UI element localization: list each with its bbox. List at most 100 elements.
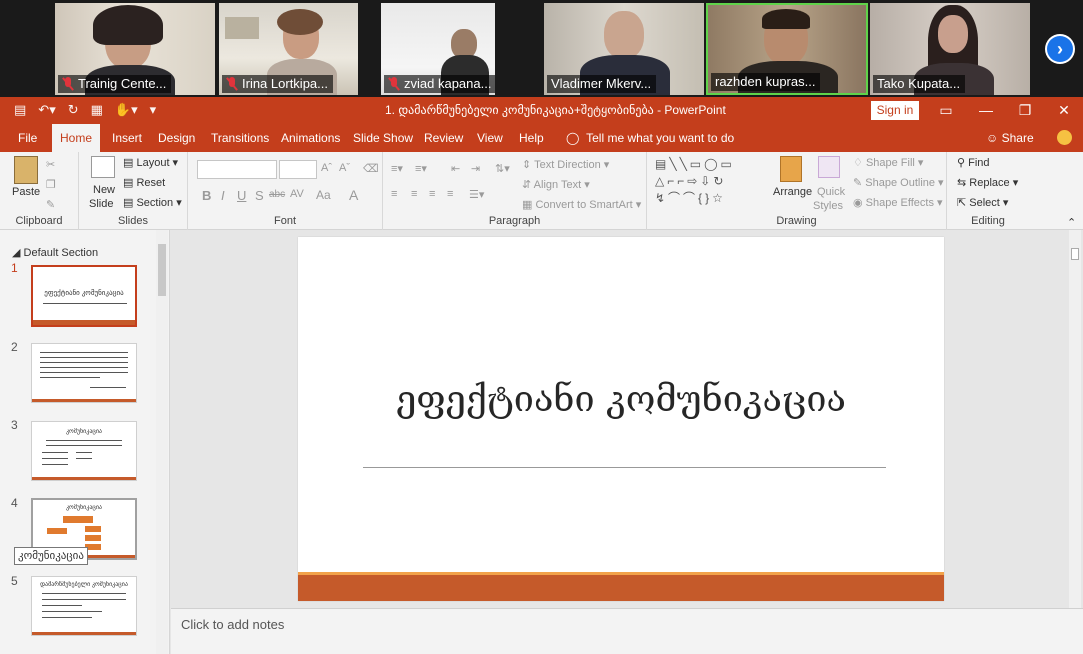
editor-scrollbar[interactable] [1069, 230, 1081, 608]
tab-slide-show[interactable]: Slide Show [353, 124, 413, 152]
cut-icon[interactable]: ✂ [46, 158, 55, 171]
feedback-smile-icon[interactable] [1057, 130, 1072, 145]
font-size-dropdown[interactable] [279, 160, 317, 179]
align-text-button[interactable]: ⇵ Align Text ▾ [522, 178, 590, 191]
tell-me-search[interactable]: ◯ Tell me what you want to do [566, 124, 734, 152]
customize-toolbar-icon[interactable]: ▾ [150, 102, 157, 118]
section-button[interactable]: ▤ Section ▾ [123, 196, 182, 209]
new-slide-label-2[interactable]: Slide [89, 198, 113, 210]
thumb-shape [85, 526, 101, 532]
editing-label: Editing [971, 215, 1005, 227]
quick-styles-label-1[interactable]: Quick [817, 186, 845, 198]
undo-icon[interactable]: ↶▾ [38, 102, 55, 118]
align-left-icon[interactable]: ≡ [391, 188, 397, 200]
tab-home[interactable]: Home [52, 124, 100, 152]
redo-icon[interactable]: ↻ [68, 102, 79, 118]
close-icon[interactable]: ✕ [1054, 100, 1074, 120]
participant-tile[interactable]: Irina Lortkipa... [219, 3, 358, 95]
tab-review[interactable]: Review [424, 124, 463, 152]
share-button[interactable]: ☺ Share [986, 124, 1034, 152]
notes-placeholder[interactable]: Click to add notes [181, 617, 284, 632]
minimize-icon[interactable]: — [976, 100, 996, 120]
next-page-button[interactable]: › [1045, 34, 1075, 64]
collapse-ribbon-icon[interactable]: ⌃ [1067, 216, 1076, 229]
paste-button[interactable]: Paste [12, 186, 40, 198]
underline-button[interactable]: U [237, 188, 246, 203]
strikethrough-button[interactable]: abc [269, 189, 285, 200]
reset-button[interactable]: ▤ Reset [123, 176, 165, 189]
new-slide-icon[interactable] [91, 156, 115, 178]
arrange-button[interactable]: Arrange [773, 186, 812, 198]
current-slide[interactable]: ეფექტიანი კომუნიკაცია [298, 237, 944, 601]
new-slide-label-1[interactable]: New [93, 184, 115, 196]
participant-tile[interactable]: Tako Kupata... [870, 3, 1030, 95]
tab-insert[interactable]: Insert [112, 124, 142, 152]
quick-styles-label-2[interactable]: Styles [813, 200, 843, 212]
convert-smartart-button[interactable]: ▦ Convert to SmartArt ▾ [522, 198, 641, 211]
scroll-thumb[interactable] [1071, 248, 1079, 260]
font-color-button[interactable]: A [349, 187, 358, 203]
thumb-text-line [42, 452, 68, 453]
align-right-icon[interactable]: ≡ [429, 188, 435, 200]
align-center-icon[interactable]: ≡ [411, 188, 417, 200]
copy-icon[interactable]: ❐ [46, 178, 56, 191]
select-button[interactable]: ⇱ Select ▾ [957, 196, 1008, 209]
text-direction-button[interactable]: ⇕ Text Direction ▾ [522, 158, 609, 171]
slide-thumbnail[interactable]: ეფექტიანი კომუნიკაცია [31, 265, 137, 327]
tab-file[interactable]: File [18, 124, 37, 152]
slide-thumbnail[interactable] [31, 343, 137, 403]
find-button[interactable]: ⚲ Find [957, 156, 990, 169]
slide-title[interactable]: ეფექტიანი კომუნიკაცია [298, 379, 944, 420]
columns-icon[interactable]: ☰▾ [469, 188, 484, 201]
decrease-font-icon[interactable]: Aˇ [339, 162, 350, 174]
tab-view[interactable]: View [477, 124, 503, 152]
participant-tile[interactable]: razhden kupras... [706, 3, 868, 95]
smartart-label: Convert to SmartArt [535, 199, 633, 211]
font-name-dropdown[interactable] [197, 160, 277, 179]
ribbon-display-icon[interactable]: ▭ [936, 100, 956, 120]
thumb-text-line [46, 440, 122, 441]
increase-font-icon[interactable]: Aˆ [321, 162, 332, 174]
tab-design[interactable]: Design [158, 124, 195, 152]
justify-icon[interactable]: ≡ [447, 188, 453, 200]
notes-pane[interactable]: Click to add notes [171, 608, 1083, 654]
participant-tile[interactable]: zviad kapana... [381, 3, 495, 95]
paste-icon[interactable] [14, 156, 38, 184]
shadow-button[interactable]: S [255, 188, 264, 203]
bold-button[interactable]: B [202, 188, 211, 203]
shape-outline-button[interactable]: ✎ Shape Outline ▾ [853, 176, 944, 189]
tab-help[interactable]: Help [519, 124, 544, 152]
layout-button[interactable]: ▤ Layout ▾ [123, 156, 178, 169]
participant-tile[interactable]: Vladimer Mkerv... [544, 3, 704, 95]
tab-transitions[interactable]: Transitions [211, 124, 269, 152]
shape-effects-button[interactable]: ◉ Shape Effects ▾ [853, 196, 943, 209]
italic-button[interactable]: I [221, 188, 225, 203]
scroll-thumb[interactable] [158, 244, 166, 296]
touch-mode-icon[interactable]: ✋▾ [115, 102, 138, 118]
arrange-icon[interactable] [780, 156, 802, 182]
bullets-icon[interactable]: ≡▾ [391, 162, 403, 175]
shapes-gallery[interactable]: ▤╲╲▭◯▭ △⌐⌐⇨⇩↻ ↯⌒⌒{}☆ [655, 156, 769, 208]
slide-thumbnail[interactable]: დამარწმუნებელი კომუნიკაცია [31, 576, 137, 636]
change-case-button[interactable]: Aa [316, 188, 331, 202]
chevron-right-icon: › [1047, 36, 1073, 62]
thumbnails-scrollbar[interactable] [156, 230, 168, 654]
line-spacing-icon[interactable]: ⇅▾ [495, 162, 510, 175]
quick-styles-icon[interactable] [818, 156, 840, 178]
save-icon[interactable]: ▤ [14, 102, 26, 118]
replace-button[interactable]: ⇆ Replace ▾ [957, 176, 1018, 189]
decrease-indent-icon[interactable]: ⇤ [451, 162, 460, 175]
tab-animations[interactable]: Animations [281, 124, 340, 152]
participant-tile[interactable]: Trainig Cente... [55, 3, 215, 95]
format-painter-icon[interactable]: ✎ [46, 198, 55, 211]
restore-icon[interactable]: ❐ [1015, 100, 1035, 120]
sign-in-button[interactable]: Sign in [871, 101, 919, 120]
shape-fill-button[interactable]: ♢ Shape Fill ▾ [853, 156, 923, 169]
clear-formatting-icon[interactable]: ⌫ [363, 162, 379, 175]
character-spacing-button[interactable]: AV [290, 188, 304, 200]
increase-indent-icon[interactable]: ⇥ [471, 162, 480, 175]
start-from-beginning-icon[interactable]: ▦ [91, 102, 103, 118]
slide-thumbnail[interactable]: კომუნიკაცია [31, 421, 137, 481]
section-header[interactable]: ◢ Default Section [12, 246, 98, 259]
numbering-icon[interactable]: ≡▾ [415, 162, 427, 175]
